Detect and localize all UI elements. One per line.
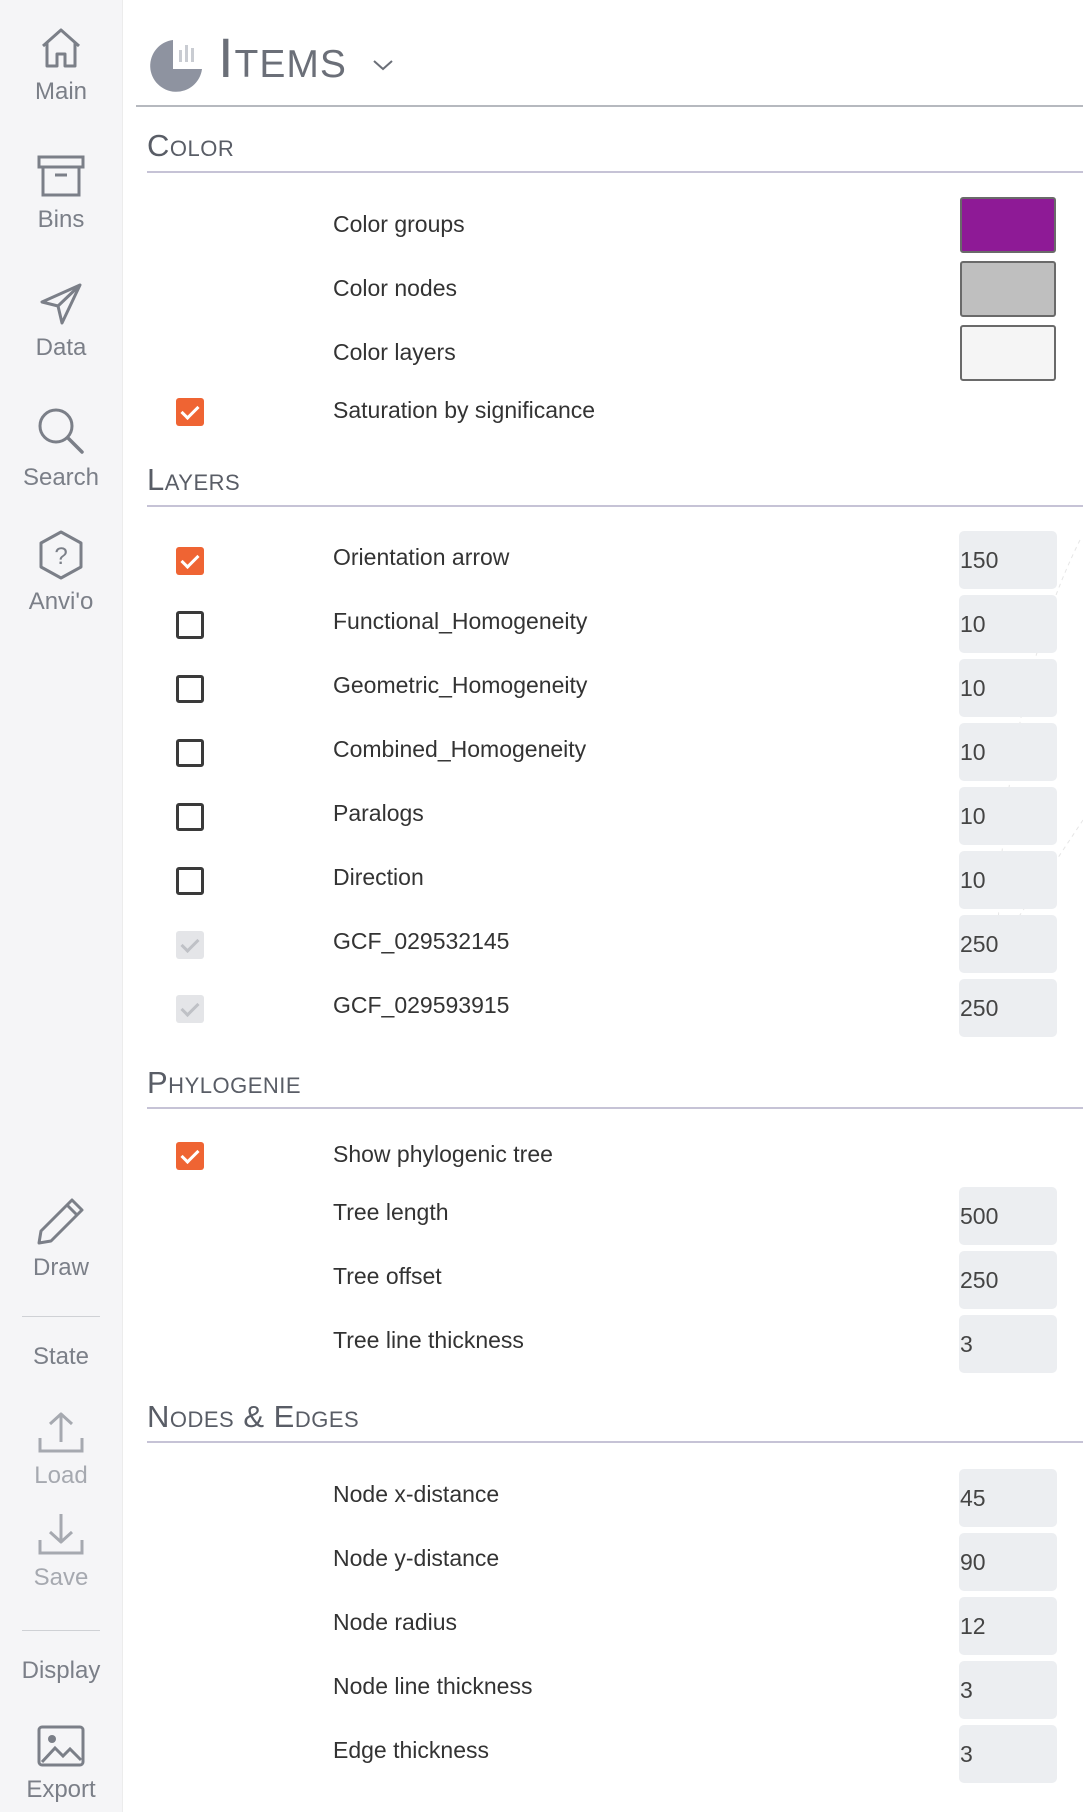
node-line-thickness-label: Node line thickness [333,1673,533,1699]
layer-height-input[interactable] [959,723,1057,781]
nav-load-label: Load [34,1462,88,1489]
layer-height-input[interactable] [959,659,1057,717]
layer-checkbox [176,931,204,959]
color-nodes-swatch[interactable] [960,261,1056,317]
color-layers-swatch[interactable] [960,325,1056,381]
saturation-label: Saturation by significance [333,397,596,423]
tree-length-input[interactable] [959,1187,1057,1245]
color-nodes-label: Color nodes [333,275,458,301]
nav-state[interactable]: State [0,1343,122,1371]
layer-label: Functional_Homogeneity [333,608,588,634]
layer-label: GCF_029532145 [333,928,510,954]
upload-icon [38,1412,84,1453]
color-groups-swatch[interactable] [960,197,1056,253]
nav-export[interactable]: Export [0,1724,122,1804]
section-divider [147,171,1083,173]
download-icon [38,1514,84,1555]
sidebar: Main Bins Data Search ? Anvi'o Draw Stat… [0,0,123,1812]
archive-icon [37,155,85,197]
layer-checkbox[interactable] [176,675,204,703]
help-icon: ? [39,530,83,580]
nav-anvio-label: Anvi'o [28,588,94,615]
layer-label: GCF_029593915 [333,992,510,1018]
image-icon [37,1725,85,1767]
sidebar-divider [22,1316,100,1317]
node-y-distance-input[interactable] [959,1533,1057,1591]
nav-save-label: Save [33,1564,89,1591]
nav-search[interactable]: Search [0,406,122,492]
section-divider [147,1107,1083,1109]
node-radius-label: Node radius [333,1609,458,1635]
layer-checkbox[interactable] [176,867,204,895]
show-tree-checkbox[interactable] [176,1142,204,1170]
nav-data[interactable]: Data [0,282,122,362]
node-line-thickness-input[interactable] [959,1661,1057,1719]
layer-label: Direction [333,864,424,890]
nav-main-label: Main [34,78,88,105]
node-radius-input[interactable] [959,1597,1057,1655]
nav-load[interactable]: Load [0,1410,122,1490]
edge-thickness-input[interactable] [959,1725,1057,1783]
layer-checkbox [176,995,204,1023]
tree-length-label: Tree length [333,1199,449,1225]
layer-checkbox[interactable] [176,547,204,575]
pencil-icon [37,1198,84,1245]
search-icon [38,408,84,454]
layer-label: Geometric_Homogeneity [333,672,588,698]
tree-line-thickness-label: Tree line thickness [333,1327,524,1353]
tree-line-thickness-input[interactable] [959,1315,1057,1373]
layer-checkbox[interactable] [176,739,204,767]
layer-label: Paralogs [333,800,424,826]
layer-checkbox[interactable] [176,803,204,831]
nav-bins-label: Bins [37,206,85,233]
nav-export-label: Export [26,1776,96,1803]
layer-height-input[interactable] [959,915,1057,973]
edge-thickness-label: Edge thickness [333,1737,489,1763]
layer-label: Orientation arrow [333,544,510,570]
section-title-color: Color [147,128,235,163]
sidebar-divider [22,1630,100,1631]
node-x-distance-input[interactable] [959,1469,1057,1527]
header-divider [136,105,1083,107]
layer-height-input[interactable] [959,531,1057,589]
section-title-nodes-edges: Nodes & Edges [147,1399,360,1434]
section-title-phylogenie: Phylogenie [147,1065,302,1100]
nav-draw-label: Draw [32,1254,89,1281]
nav-display[interactable]: Display [0,1657,122,1685]
show-tree-label: Show phylogenic tree [333,1141,553,1167]
send-icon [40,283,82,325]
tree-offset-input[interactable] [959,1251,1057,1309]
section-title-layers: Layers [147,462,241,497]
layer-height-input[interactable] [959,787,1057,845]
nav-search-label: Search [22,464,100,491]
svg-text:?: ? [54,543,67,570]
nav-draw[interactable]: Draw [0,1196,122,1282]
section-divider [147,1441,1083,1443]
nav-data-label: Data [35,334,87,361]
nav-display-label: Display [21,1657,101,1684]
color-groups-label: Color groups [333,211,465,237]
nav-bins[interactable]: Bins [0,154,122,234]
layer-height-input[interactable] [959,595,1057,653]
node-x-distance-label: Node x-distance [333,1481,500,1507]
nav-main[interactable]: Main [0,26,122,106]
nav-save[interactable]: Save [0,1512,122,1592]
nav-state-label: State [32,1343,90,1370]
layer-label: Combined_Homogeneity [333,736,587,762]
saturation-checkbox[interactable] [176,398,204,426]
layer-checkbox[interactable] [176,611,204,639]
layer-height-input[interactable] [959,851,1057,909]
section-divider [147,505,1083,507]
color-layers-label: Color layers [333,339,456,365]
chevron-down-icon[interactable] [372,58,394,72]
tree-offset-label: Tree offset [333,1263,442,1289]
pie-chart-icon [150,40,202,92]
page-title: Items [218,26,347,89]
layer-height-input[interactable] [959,979,1057,1037]
node-y-distance-label: Node y-distance [333,1545,500,1571]
nav-anvio[interactable]: ? Anvi'o [0,530,122,616]
home-icon [42,28,80,68]
